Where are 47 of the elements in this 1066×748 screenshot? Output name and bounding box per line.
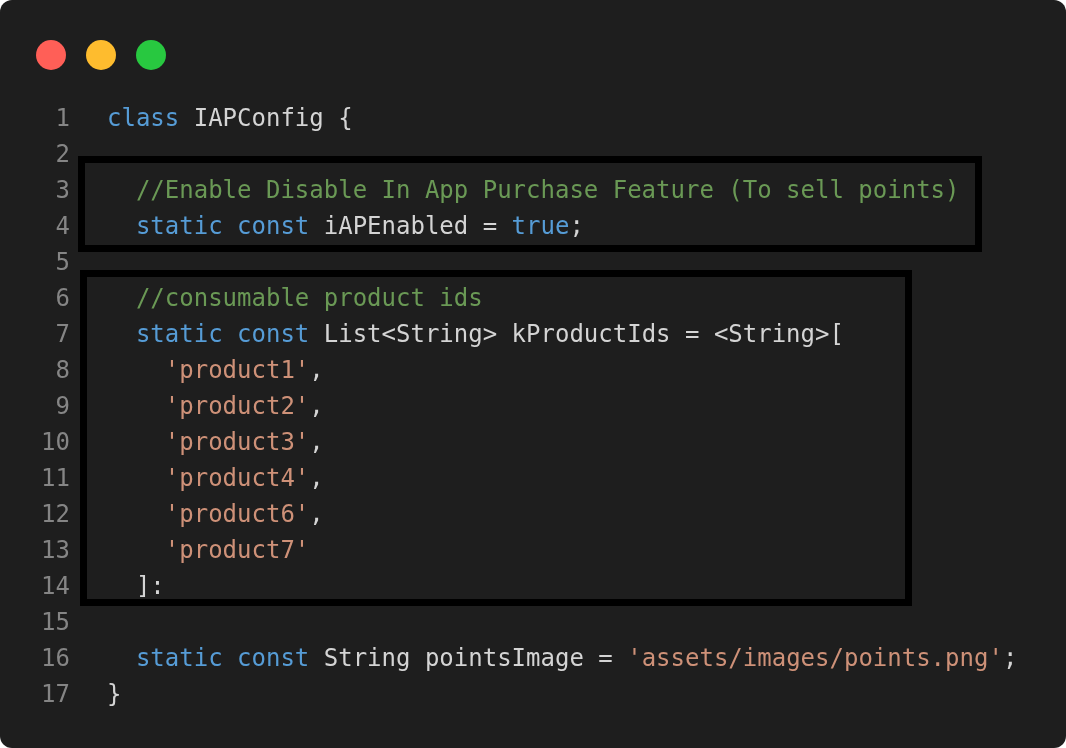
code-string: 'product7': [163, 536, 310, 564]
code-keyword: static const: [134, 212, 310, 240]
code-text: ,: [309, 464, 324, 492]
code-string: 'product2': [163, 392, 310, 420]
line-number: 12: [40, 500, 70, 528]
line-number: 7: [54, 320, 70, 348]
line-number: 11: [40, 464, 70, 492]
code-text: ;: [569, 212, 584, 240]
code-string: 'product1': [163, 356, 310, 384]
line-number: 17: [40, 680, 70, 708]
line-number: 4: [54, 212, 70, 240]
code-string: 'product6': [163, 500, 310, 528]
code-text: IAPConfig {: [192, 104, 353, 132]
code-string: 'assets/images/points.png': [627, 644, 1003, 672]
code-keyword: true: [511, 212, 570, 240]
code-keyword: static const: [134, 644, 310, 672]
window-button[interactable]: [86, 40, 116, 70]
line-number: 2: [54, 140, 70, 168]
line-number: 13: [40, 536, 70, 564]
code-text: ,: [309, 356, 324, 384]
line-number: 5: [54, 248, 70, 276]
window-button[interactable]: [136, 40, 166, 70]
code-text: ,: [309, 428, 324, 456]
code-text: ,: [309, 500, 324, 528]
line-number: 8: [54, 356, 70, 384]
code-string: 'product4': [163, 464, 310, 492]
code-text: }: [107, 680, 122, 708]
code-text: ]:: [134, 572, 165, 600]
line-number: 15: [40, 608, 70, 636]
code-text: iAPEnabled =: [322, 212, 499, 240]
line-number: 10: [40, 428, 70, 456]
code-string: 'product3': [163, 428, 310, 456]
code-comment: //Enable Disable In App Purchase Feature (To sell points): [134, 176, 960, 204]
line-number: 14: [40, 572, 70, 600]
code-keyword: class: [107, 104, 180, 132]
line-number: 1: [54, 104, 70, 132]
code-keyword: static const: [134, 320, 310, 348]
line-number: 6: [54, 284, 70, 312]
window-button[interactable]: [36, 40, 66, 70]
code-comment: //consumable product ids: [134, 284, 483, 312]
line-number: 16: [40, 644, 70, 672]
line-number: 3: [54, 176, 70, 204]
code-text: ,: [309, 392, 324, 420]
line-number: 9: [54, 392, 70, 420]
code-text: String pointsImage =: [322, 644, 614, 672]
code-text: ;: [1002, 644, 1018, 672]
code-text: List<String> kProductIds = <String>[: [322, 320, 844, 348]
